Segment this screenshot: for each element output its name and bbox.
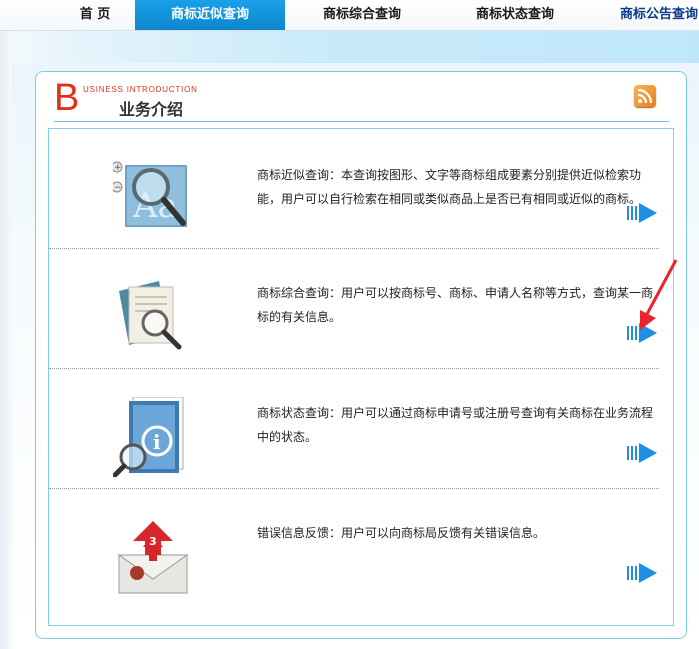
service-list: Aa + − 商标近似查询：本查询按图形、文字等商标组成要素分别提供近似检索功能…	[48, 128, 674, 626]
forward-arrow-icon[interactable]	[627, 561, 659, 589]
service-item-similar-search: Aa + − 商标近似查询：本查询按图形、文字等商标组成要素分别提供近似检索功能…	[49, 129, 673, 249]
banner-strip	[0, 31, 699, 63]
header-divider	[54, 121, 669, 122]
forward-arrow-icon[interactable]	[627, 441, 659, 469]
left-border-stripe	[0, 31, 12, 649]
service-description: 错误信息反馈：用户可以向商标局反馈有关错误信息。	[257, 526, 546, 540]
magnifier-text-icon: Aa + −	[111, 157, 193, 237]
business-intro-panel: B USINESS INTRODUCTION 业务介绍 Aa + − 商标近似查…	[35, 71, 687, 639]
nav-status-search[interactable]: 商标状态查询	[440, 0, 590, 30]
mail-upload-icon: 3	[113, 517, 193, 597]
nav-home[interactable]: 首 页	[55, 0, 135, 30]
rss-icon[interactable]	[634, 85, 656, 107]
service-description: 商标近似查询：本查询按图形、文字等商标组成要素分别提供近似检索功能，用户可以自行…	[257, 168, 642, 206]
top-navigation: 首 页 商标近似查询 商标综合查询 商标状态查询 商标公告查询	[0, 0, 699, 31]
svg-text:i: i	[153, 430, 161, 454]
forward-arrow-icon[interactable]	[627, 321, 659, 349]
service-item-error-feedback: 3 错误信息反馈：用户可以向商标局反馈有关错误信息。	[49, 489, 673, 609]
nav-similar-search[interactable]: 商标近似查询	[135, 0, 285, 30]
svg-text:−: −	[114, 183, 122, 193]
document-magnifier-icon	[113, 277, 193, 357]
panel-header: B USINESS INTRODUCTION 业务介绍	[36, 72, 686, 124]
info-book-magnifier-icon: i	[112, 396, 193, 478]
nav-comprehensive-search[interactable]: 商标综合查询	[287, 0, 437, 30]
nav-announcement-search[interactable]: 商标公告查询	[620, 0, 699, 30]
notification-badge: 3	[149, 535, 157, 548]
service-item-status-search: i 商标状态查询：用户可以通过商标申请号或注册号查询有关商标在业务流程中的状态。	[49, 369, 673, 489]
svg-text:+: +	[114, 163, 122, 173]
service-description: 商标综合查询：用户可以按商标号、商标、申请人名称等方式，查询某一商标的有关信息。	[257, 286, 654, 324]
service-description: 商标状态查询：用户可以通过商标申请号或注册号查询有关商标在业务流程中的状态。	[257, 406, 654, 444]
header-letter: B	[54, 77, 80, 119]
service-item-comprehensive-search: 商标综合查询：用户可以按商标号、商标、申请人名称等方式，查询某一商标的有关信息。	[49, 249, 673, 369]
panel-title: 业务介绍	[119, 100, 184, 119]
forward-arrow-icon[interactable]	[627, 201, 659, 229]
header-english-subtitle: USINESS INTRODUCTION	[83, 85, 198, 94]
